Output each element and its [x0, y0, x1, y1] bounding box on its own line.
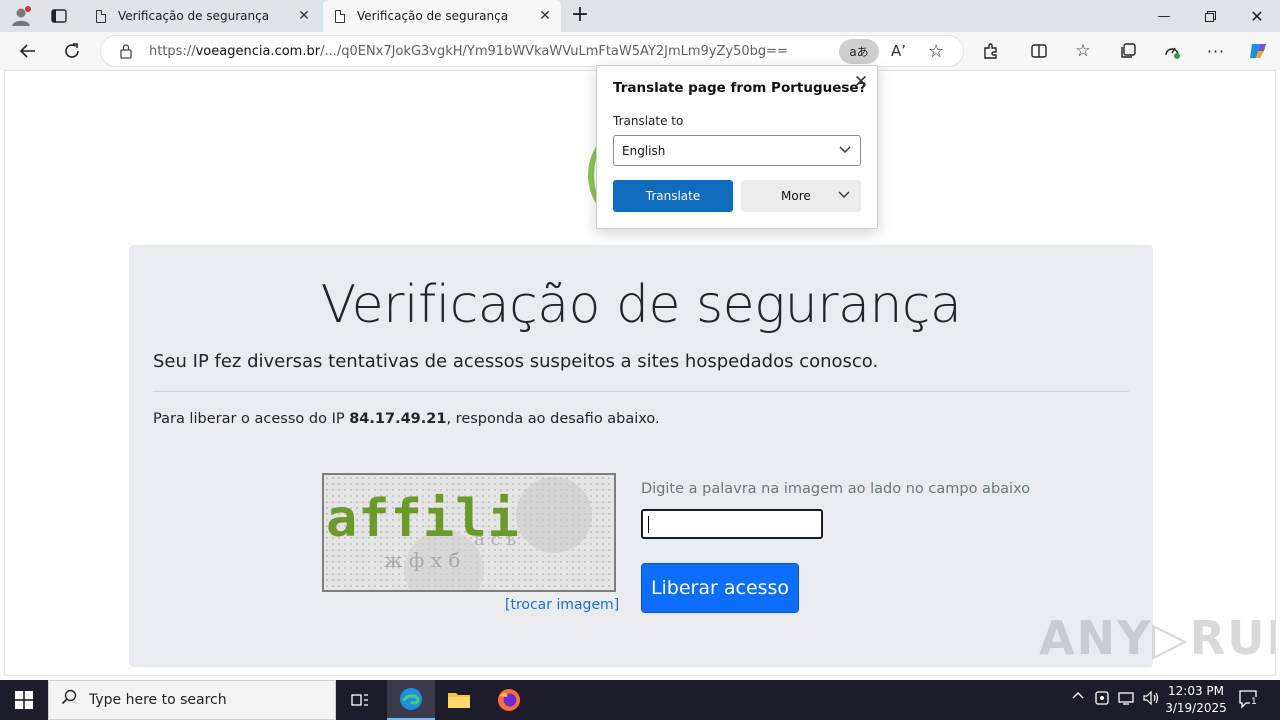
search-icon [61, 689, 77, 709]
extensions-icon[interactable] [976, 36, 1006, 66]
ip-message: Para liberar o acesso do IP 84.17.49.21,… [153, 411, 660, 427]
favorite-star-icon[interactable]: ☆ [928, 41, 944, 62]
release-access-button[interactable]: Liberar acesso [641, 563, 799, 613]
more-button[interactable]: More [741, 180, 861, 212]
page-title: Verificação de segurança [320, 275, 962, 335]
lead-text: Seu IP fez diversas tentativas de acesso… [153, 351, 879, 372]
notifications-icon[interactable]: 1 [1238, 689, 1260, 713]
captcha-image: ж ф x б a c ь affili [322, 473, 616, 592]
new-tab-icon[interactable]: + [568, 4, 592, 28]
translate-button[interactable]: Translate [613, 180, 733, 212]
page-icon [335, 9, 345, 23]
url-path: /.../q0ENx7JokG3vgkH/Ym91bWVkaWVuLmFtaW5… [320, 44, 788, 59]
copilot-icon[interactable] [1243, 36, 1273, 66]
svg-text:ж ф x б: ж ф x б [384, 548, 460, 572]
tab-verificacao-2[interactable]: Verificação de segurança ✕ [323, 0, 561, 32]
favorites-icon[interactable]: ☆ [1068, 36, 1098, 66]
translate-popup-title: Translate page from Portuguese? [613, 80, 867, 96]
chevron-down-icon [837, 187, 851, 205]
tray-overflow-icon[interactable] [1072, 690, 1084, 706]
back-icon[interactable] [13, 36, 43, 66]
volume-icon[interactable] [1142, 690, 1160, 710]
network-icon[interactable] [1118, 690, 1136, 710]
translate-icon[interactable]: aあ [839, 39, 879, 64]
address-bar[interactable]: https://voeagencia.com.br/.../q0ENx7JokG… [100, 35, 964, 67]
windows-start-icon[interactable] [0, 680, 48, 720]
text-caret [648, 516, 649, 533]
ip-message-prefix: Para liberar o acesso do IP [153, 411, 350, 427]
refresh-icon[interactable] [57, 36, 87, 66]
task-view-icon[interactable] [336, 680, 384, 720]
chevron-down-icon [838, 142, 852, 160]
restore-icon[interactable] [1187, 0, 1233, 32]
captcha-text: affili [326, 489, 520, 549]
tab-actions-icon[interactable] [50, 7, 68, 25]
profile-avatar-icon[interactable] [10, 5, 32, 27]
close-window-icon[interactable]: ✕ [1234, 0, 1280, 32]
captcha-hint: Digite a palavra na imagem ao lado no ca… [641, 481, 1031, 497]
collections-icon[interactable] [1113, 36, 1143, 66]
clock-time: 12:03 PM [1168, 684, 1224, 698]
page-icon [96, 9, 106, 23]
search-placeholder: Type here to search [89, 692, 227, 708]
close-tab-icon[interactable]: ✕ [296, 8, 312, 24]
minimize-icon[interactable]: — [1141, 0, 1187, 32]
windows-taskbar: Type here to search 12:03 PM 3/19/2025 1 [0, 680, 1280, 720]
more-label: More [781, 189, 811, 203]
tab-label: Verificação de segurança [357, 9, 509, 23]
divider [153, 391, 1129, 392]
security-tray-icon[interactable] [1095, 690, 1109, 710]
ip-message-suffix: , responda ao desafio abaixo. [446, 411, 660, 427]
lock-icon[interactable] [119, 43, 133, 63]
system-clock[interactable]: 12:03 PM 3/19/2025 [1160, 683, 1232, 717]
url-domain: voeagencia.com.br [195, 44, 321, 59]
ip-address: 84.17.49.21 [349, 411, 447, 427]
performance-icon[interactable] [1157, 36, 1187, 66]
url-text[interactable]: https://voeagencia.com.br/.../q0ENx7JokG… [149, 44, 788, 59]
close-tab-icon[interactable]: ✕ [537, 8, 553, 24]
security-check-panel: Verificação de segurança Seu IP fez dive… [129, 245, 1153, 667]
tab-strip: Verificação de segurança ✕ Verificação d… [0, 0, 1280, 32]
anyrun-watermark: ANY▷RUN [1039, 611, 1275, 665]
settings-more-icon[interactable]: ··· [1201, 36, 1231, 66]
read-aloud-icon[interactable]: A’ [891, 42, 906, 60]
selected-language: English [622, 144, 666, 158]
url-prefix: https:// [149, 44, 196, 59]
notification-count: 1 [1250, 697, 1258, 707]
tab-label: Verificação de segurança [118, 9, 270, 23]
language-select[interactable]: English [613, 135, 861, 166]
taskbar-search-box[interactable]: Type here to search [48, 680, 336, 720]
captcha-input[interactable] [641, 509, 823, 539]
clock-date: 3/19/2025 [1165, 701, 1227, 715]
split-screen-icon[interactable] [1024, 36, 1054, 66]
tab-verificacao-1[interactable]: Verificação de segurança ✕ [84, 0, 320, 32]
swap-image-link[interactable]: [trocar imagem] [505, 597, 619, 613]
translate-popup: Translate page from Portuguese? ✕ Transl… [596, 65, 878, 229]
firefox-icon[interactable] [485, 680, 533, 720]
edge-taskbar-icon[interactable] [387, 680, 435, 720]
translate-to-label: Translate to [613, 114, 684, 128]
file-explorer-icon[interactable] [435, 680, 483, 720]
close-popup-icon[interactable]: ✕ [851, 72, 871, 92]
